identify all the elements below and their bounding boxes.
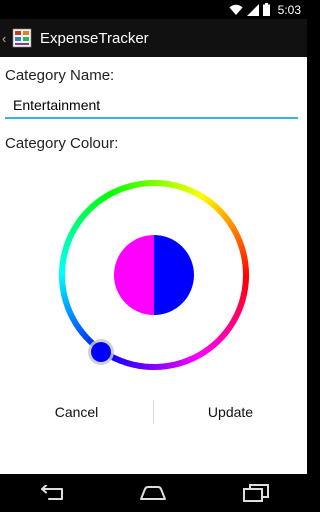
nav-bar — [0, 474, 307, 512]
button-bar: Cancel Update — [0, 390, 307, 434]
recents-icon — [242, 484, 269, 502]
up-caret-icon[interactable]: ‹ — [2, 31, 10, 46]
app-icon[interactable] — [12, 28, 32, 48]
recents-button[interactable] — [236, 478, 276, 508]
action-bar: ‹ ExpenseTracker — [0, 19, 307, 58]
signal-icon — [246, 3, 259, 16]
content-area: Category Name: Category Colour: Cancel U… — [0, 57, 307, 474]
hue-selector-handle[interactable] — [88, 339, 114, 365]
colour-picker[interactable] — [54, 175, 254, 375]
battery-icon — [262, 3, 270, 16]
back-icon — [41, 485, 64, 500]
status-bar: 5:03 — [0, 0, 307, 19]
category-colour-label: Category Colour: — [5, 135, 119, 152]
app-title: ExpenseTracker — [40, 29, 149, 47]
wifi-icon — [229, 4, 243, 15]
status-icons: 5:03 — [229, 2, 301, 17]
colour-preview — [114, 235, 194, 315]
home-button[interactable] — [133, 478, 173, 508]
status-time: 5:03 — [277, 2, 301, 17]
update-button[interactable]: Update — [154, 390, 307, 434]
back-button[interactable] — [31, 478, 71, 508]
home-icon — [140, 486, 167, 500]
cancel-button[interactable]: Cancel — [0, 390, 153, 434]
category-name-label: Category Name: — [5, 67, 115, 84]
category-name-input[interactable] — [5, 93, 298, 119]
